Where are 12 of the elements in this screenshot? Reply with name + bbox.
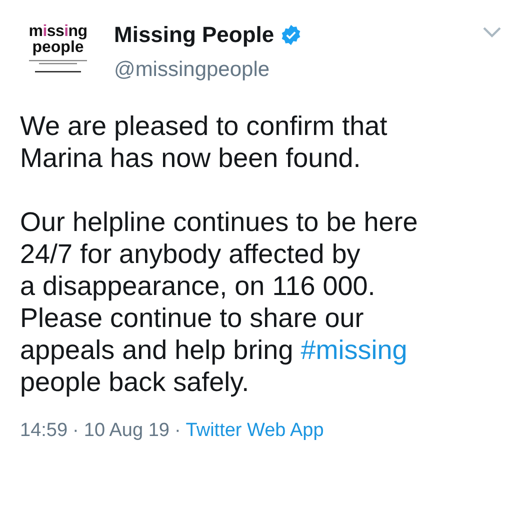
separator-dot: · (174, 420, 181, 442)
logo: missing people (20, 24, 96, 75)
chevron-down-icon[interactable] (483, 27, 501, 38)
tweet-text: We are pleased to confirm that Marina has now been found. (20, 110, 388, 174)
author-name[interactable]: Missing People (114, 22, 274, 48)
tweet-text: Our helpline continues to be here 24/7 for anybody affected by a disappearance, on 116 000. Please continue to share our appeals and help bring #missing people back safely. (20, 206, 419, 398)
tweet-date: 10 Aug 19 (84, 420, 170, 442)
separator-dot: · (72, 420, 79, 442)
source-link[interactable]: Twitter Web App (186, 420, 324, 442)
hashtag-link[interactable]: #missing (300, 335, 408, 365)
author-handle[interactable]: @missingpeople (114, 58, 483, 82)
tweet-time: 14:59 (20, 420, 68, 442)
